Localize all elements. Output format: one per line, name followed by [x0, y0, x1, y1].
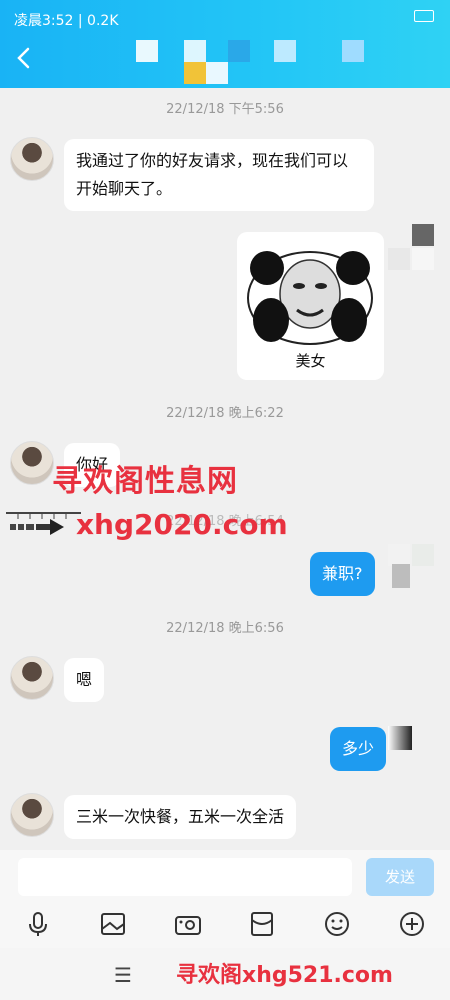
message-bubble-outgoing[interactable]: 多少 — [330, 727, 387, 771]
menu-icon[interactable]: ☰ — [114, 963, 132, 987]
avatar[interactable] — [10, 793, 54, 837]
ruler-arrow-icon — [6, 512, 81, 535]
timestamp: 22/12/18 晚上6:22 — [166, 406, 284, 421]
censored-title — [136, 38, 376, 86]
watermark-url: xhg2020.com — [76, 508, 288, 541]
message-bubble-incoming[interactable]: 嗯 — [64, 658, 105, 702]
send-button[interactable]: 发送 — [366, 858, 434, 896]
message-input[interactable] — [18, 858, 352, 896]
message-bubble-outgoing[interactable]: 兼职? — [310, 552, 375, 596]
message-bubble-incoming[interactable]: 三米一次快餐，五米一次全活 — [64, 795, 297, 839]
back-arrow-icon[interactable] — [12, 46, 36, 70]
status-bar-time: 凌晨3:52 | 0.2K — [14, 13, 119, 29]
censored-avatar — [388, 726, 412, 750]
camera-icon[interactable] — [174, 910, 202, 938]
sticker-caption: 美女 — [295, 352, 326, 370]
microphone-icon[interactable] — [24, 910, 52, 938]
plus-icon[interactable] — [398, 910, 426, 938]
watermark-title: 寻欢阁性息网 — [52, 464, 238, 499]
avatar[interactable] — [10, 137, 54, 181]
panda-meme-icon — [247, 251, 373, 345]
red-packet-icon[interactable] — [248, 910, 276, 938]
battery-icon — [414, 10, 434, 22]
watermark-bottom: 寻欢阁xhg521.com — [176, 963, 393, 988]
sticker-message[interactable]: 美女 — [237, 232, 384, 380]
censored-avatar — [388, 542, 434, 590]
emoji-icon[interactable] — [323, 910, 351, 938]
avatar[interactable] — [10, 656, 54, 700]
censored-avatar — [388, 222, 434, 270]
avatar[interactable] — [10, 441, 54, 485]
timestamp: 22/12/18 下午5:56 — [166, 102, 284, 117]
message-bubble-incoming[interactable]: 我通过了你的好友请求，现在我们可以开始聊天了。 — [64, 139, 374, 211]
title-bar: 凌晨3:52 | 0.2K — [0, 0, 450, 88]
image-icon[interactable] — [99, 910, 127, 938]
timestamp: 22/12/18 晚上6:56 — [166, 621, 284, 636]
